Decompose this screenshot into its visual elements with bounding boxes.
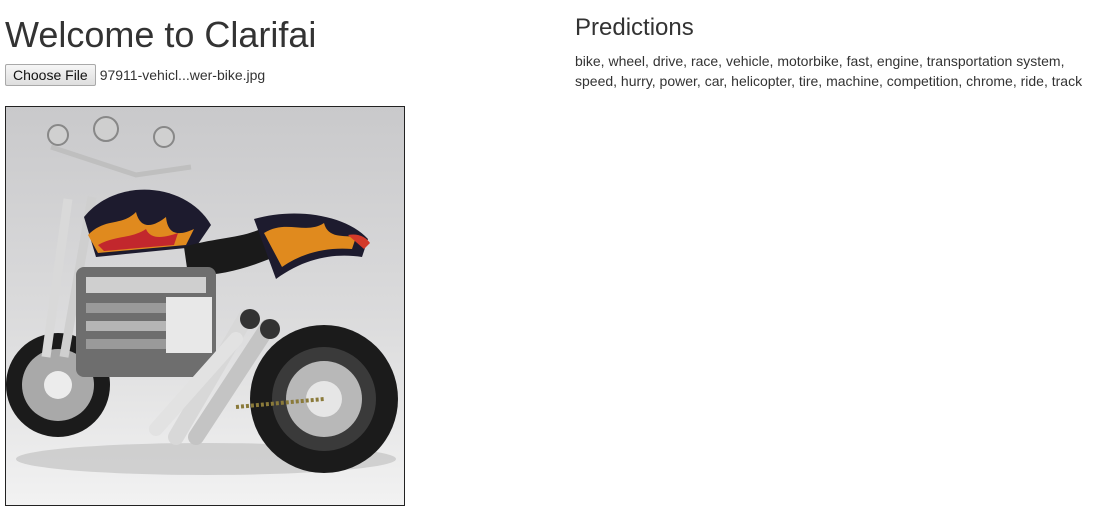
predictions-tags: bike, wheel, drive, race, vehicle, motor… bbox=[575, 53, 1083, 89]
selected-file-name: 97911-vehicl...wer-bike.jpg bbox=[99, 67, 266, 83]
page-title: Welcome to Clarifai bbox=[5, 14, 317, 55]
motorbike-photo bbox=[6, 116, 398, 475]
page: Welcome to Clarifai Choose File 97911-ve… bbox=[0, 0, 1111, 521]
uploaded-image bbox=[5, 106, 405, 506]
file-input[interactable]: Choose File 97911-vehicl...wer-bike.jpg bbox=[5, 64, 265, 86]
choose-file-button[interactable]: Choose File bbox=[5, 64, 96, 86]
predictions-heading: Predictions bbox=[575, 14, 694, 41]
